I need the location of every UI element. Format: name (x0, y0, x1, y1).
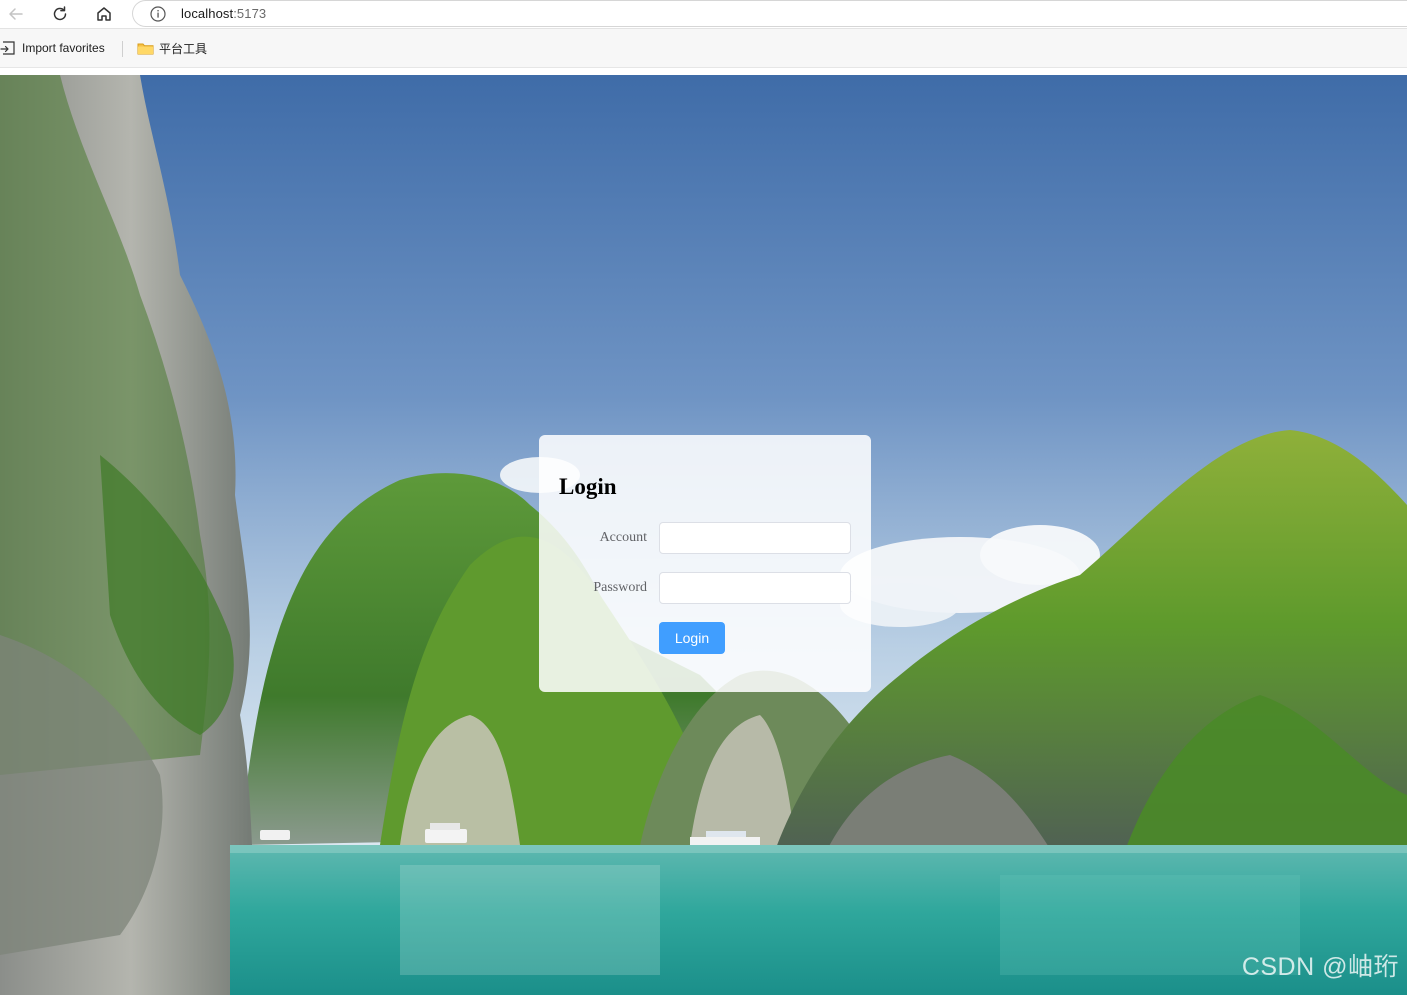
folder-icon (137, 43, 154, 55)
browser-toolbar: localhost:5173 (0, 0, 1407, 29)
page-viewport: Login Account Password Login CSDN @岫珩 (0, 75, 1407, 995)
account-label: Account (599, 530, 647, 545)
bookmark-label: 平台工具 (159, 42, 208, 56)
arrow-left-icon (9, 8, 23, 20)
login-button[interactable]: Login (659, 622, 725, 654)
refresh-icon (53, 6, 67, 21)
login-card: Login Account Password Login (539, 435, 871, 692)
import-icon (0, 41, 15, 55)
home-button[interactable] (92, 2, 116, 26)
url-host: localhost (181, 6, 234, 21)
password-input[interactable] (659, 572, 851, 604)
bookmark-import-favorites[interactable]: Import favorites (0, 40, 105, 56)
account-input[interactable] (659, 522, 851, 554)
back-button[interactable] (4, 2, 28, 26)
home-icon (97, 7, 111, 21)
password-label: Password (593, 580, 647, 595)
url-port: :5173 (233, 6, 267, 21)
site-info-icon[interactable] (149, 5, 167, 23)
refresh-button[interactable] (48, 2, 72, 26)
bookmarks-bar: Import favorites 平台工具 (0, 29, 1407, 68)
bookmark-folder-platform-tools[interactable]: 平台工具 (137, 40, 207, 57)
address-bar[interactable]: localhost:5173 (132, 0, 1407, 27)
watermark-text: CSDN @岫珩 (1241, 953, 1399, 981)
bookmark-divider (122, 41, 123, 57)
login-title: Login (559, 474, 617, 499)
url-text: localhost:5173 (181, 6, 266, 21)
password-row: Password (539, 572, 871, 604)
account-row: Account (539, 522, 871, 554)
bookmark-label: Import favorites (22, 41, 105, 55)
